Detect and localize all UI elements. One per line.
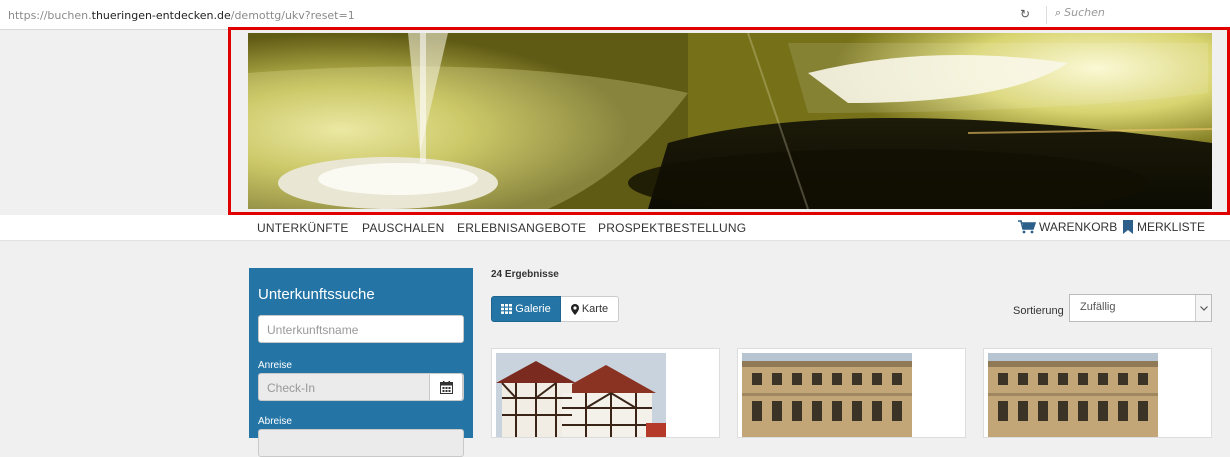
arrival-label: Anreise <box>258 360 292 371</box>
chevron-down-icon[interactable] <box>1195 295 1211 321</box>
cart-icon <box>1018 220 1036 234</box>
calendar-icon <box>439 380 453 394</box>
browser-search-input[interactable]: ⌕ Suchen <box>1046 6 1226 24</box>
accommodation-name-placeholder: Unterkunftsname <box>267 323 359 337</box>
url-host: thueringen-entdecken.de <box>91 9 231 22</box>
cart-link[interactable]: WARENKORB <box>1018 220 1117 234</box>
results-count: 24 Ergebnisse <box>491 269 559 280</box>
nav-item-erlebnisangebote[interactable]: ERLEBNISANGEBOTE <box>457 221 586 235</box>
accommodation-search-panel: Unterkunftssuche Unterkunftsname Anreise… <box>249 268 473 457</box>
gallery-view-label: Galerie <box>515 303 551 315</box>
half-timbered-house-photo <box>496 353 666 437</box>
sort-label: Sortierung <box>1013 305 1064 317</box>
baroque-building-photo <box>988 353 1158 437</box>
browser-search-placeholder: Suchen <box>1064 6 1105 19</box>
arrival-date-input[interactable]: Check-In <box>258 373 464 401</box>
url-prefix: https://buchen. <box>8 9 92 22</box>
nav-item-prospektbestellung[interactable]: PROSPEKTBESTELLUNG <box>598 221 746 235</box>
bookmark-icon <box>1123 220 1133 234</box>
baroque-building-photo <box>742 353 912 437</box>
magnifier-icon: ⌕ <box>1055 6 1062 19</box>
grid-icon <box>501 304 513 314</box>
reload-icon[interactable]: ↻ <box>1020 7 1030 21</box>
result-card[interactable] <box>983 348 1212 438</box>
departure-label: Abreise <box>258 416 292 427</box>
hourglass-sand-illustration <box>248 33 1212 209</box>
header-banner-image <box>248 33 1212 209</box>
url-path: /demottg/ukv?reset=1 <box>230 9 355 22</box>
accommodation-name-input[interactable]: Unterkunftsname <box>258 315 464 343</box>
map-marker-icon <box>570 303 579 315</box>
calendar-button[interactable] <box>429 373 463 401</box>
main-navigation: UNTERKÜNFTE PAUSCHALEN ERLEBNISANGEBOTE … <box>0 215 1230 241</box>
gallery-view-button[interactable]: Galerie <box>491 296 561 322</box>
url-text[interactable]: https://buchen.thueringen-entdecken.de/d… <box>8 9 355 22</box>
cart-label: WARENKORB <box>1039 220 1118 234</box>
watchlist-link[interactable]: MERKLISTE <box>1122 220 1205 234</box>
watchlist-label: MERKLISTE <box>1137 220 1206 234</box>
map-view-label: Karte <box>581 303 609 315</box>
sort-selected-value: Zufällig <box>1080 301 1116 313</box>
search-panel-title: Unterkunftssuche <box>258 286 375 303</box>
sort-select[interactable]: Zufällig <box>1069 294 1212 322</box>
departure-date-input[interactable] <box>258 429 464 457</box>
nav-item-unterkuenfte[interactable]: UNTERKÜNFTE <box>257 221 349 235</box>
nav-item-pauschalen[interactable]: PAUSCHALEN <box>362 221 444 235</box>
arrival-placeholder: Check-In <box>267 381 316 395</box>
map-view-button[interactable]: Karte <box>561 296 619 322</box>
result-card[interactable] <box>737 348 966 438</box>
result-card[interactable] <box>491 348 720 438</box>
browser-url-bar[interactable]: https://buchen.thueringen-entdecken.de/d… <box>0 0 1230 30</box>
